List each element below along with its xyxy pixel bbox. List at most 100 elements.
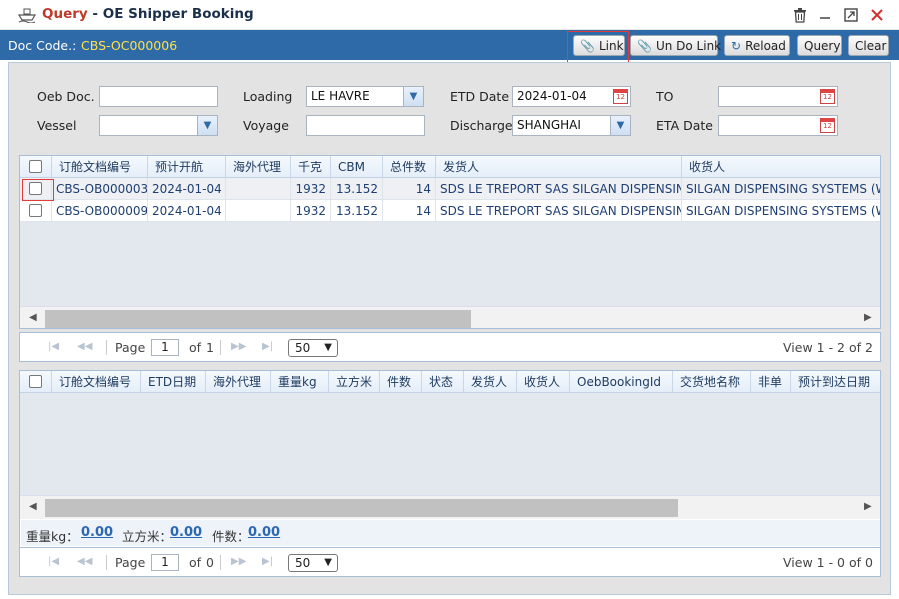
scroll-right-icon[interactable]: ▶	[864, 312, 872, 323]
col-header[interactable]: CBM	[331, 156, 383, 178]
voyage-label: Voyage	[243, 118, 289, 133]
scroll-left-icon[interactable]: ◀	[29, 312, 37, 323]
booking-grid-header: 订舱文档编号 预计开航 海外代理 千克 CBM 总件数 发货人 收货人	[20, 156, 880, 178]
reload-button-label: Reload	[745, 38, 786, 53]
col-header[interactable]: 订舱文档编号	[52, 156, 148, 178]
scroll-right-icon[interactable]: ▶	[864, 501, 872, 512]
pieces-total-value[interactable]: 0.00	[248, 525, 280, 540]
loading-label: Loading	[243, 89, 293, 104]
col-header[interactable]: OebBookingId	[570, 371, 673, 393]
col-header[interactable]: 收货人	[682, 156, 880, 178]
col-header[interactable]: 状态	[422, 371, 464, 393]
view-range-text: View 1 - 0 of 0	[783, 555, 873, 570]
cell-booking-no: CBS-OB000009	[52, 200, 148, 222]
linked-grid-header: 订舱文档编号 ETD日期 海外代理 重量kg 立方米 件数 状态 发货人 收货人…	[20, 371, 880, 393]
clear-button[interactable]: Clear	[848, 35, 889, 56]
col-header[interactable]: 订舱文档编号	[52, 371, 141, 393]
reload-button[interactable]: ↻ Reload	[724, 35, 790, 56]
chevron-down-icon[interactable]: ▼	[403, 87, 423, 106]
chevron-down-icon[interactable]: ▼	[197, 116, 217, 135]
minimize-icon[interactable]	[816, 6, 834, 24]
pager-divider	[220, 340, 221, 355]
last-page-icon[interactable]: ▶|	[262, 341, 273, 352]
page-size-select[interactable]: 50 ▼	[288, 339, 338, 357]
of-label: of	[189, 555, 202, 570]
col-header[interactable]: 重量kg	[271, 371, 329, 393]
pager-divider	[106, 555, 107, 570]
col-header[interactable]: 收货人	[517, 371, 570, 393]
maximize-icon[interactable]	[842, 6, 860, 24]
col-header[interactable]: 预计开航	[148, 156, 226, 178]
query-button[interactable]: Query	[797, 35, 842, 56]
oeb-doc-input[interactable]	[99, 86, 218, 107]
select-all-checkbox[interactable]	[29, 375, 42, 388]
page-size-select[interactable]: 50 ▼	[288, 554, 338, 572]
etd-date-input[interactable]: 2024-01-04 12	[512, 86, 631, 107]
calendar-icon[interactable]: 12	[820, 89, 835, 104]
loading-select[interactable]: LE HAVRE ▼	[306, 86, 424, 107]
cbm-total-value[interactable]: 0.00	[170, 525, 202, 540]
prev-page-icon[interactable]: ◀◀	[77, 341, 92, 352]
linked-grid: 订舱文档编号 ETD日期 海外代理 重量kg 立方米 件数 状态 发货人 收货人…	[19, 370, 881, 548]
cell-pieces: 14	[383, 178, 436, 200]
etd-date-value: 2024-01-04	[517, 89, 587, 103]
cell-shipper: SDS LE TREPORT SAS SILGAN DISPENSING	[436, 178, 682, 200]
to-date-input[interactable]: 12	[718, 86, 838, 107]
page-input[interactable]: 1	[151, 554, 179, 571]
first-page-icon[interactable]: |◀	[48, 341, 59, 352]
title-separator: -	[87, 6, 103, 22]
undo-link-button[interactable]: 📎 Un Do Link	[630, 35, 721, 56]
page-input[interactable]: 1	[151, 339, 179, 356]
next-page-icon[interactable]: ▶▶	[231, 341, 246, 352]
chevron-down-icon: ▼	[324, 342, 332, 353]
scrollbar-thumb[interactable]	[45, 499, 678, 517]
page-count: 0	[206, 555, 214, 570]
col-header[interactable]: 发货人	[436, 156, 682, 178]
booking-grid: 订舱文档编号 预计开航 海外代理 千克 CBM 总件数 发货人 收货人 CBS-…	[19, 155, 881, 329]
col-header[interactable]: 发货人	[464, 371, 517, 393]
voyage-input[interactable]	[306, 115, 425, 136]
col-header[interactable]: 预计到达日期	[791, 371, 880, 393]
next-page-icon[interactable]: ▶▶	[231, 556, 246, 567]
discharge-select[interactable]: SHANGHAI ▼	[512, 115, 631, 136]
loading-select-value: LE HAVRE	[311, 89, 370, 103]
title-main: OE Shipper Booking	[102, 6, 254, 22]
cell-shipper: SDS LE TREPORT SAS SILGAN DISPENSING	[436, 200, 682, 222]
col-header[interactable]: 总件数	[383, 156, 436, 178]
select-all-checkbox[interactable]	[29, 160, 42, 173]
calendar-icon[interactable]: 12	[613, 89, 628, 104]
table-row[interactable]: CBS-OB000003 2024-01-04 1932 13.152 14 S…	[20, 178, 880, 200]
cell-pieces: 14	[383, 200, 436, 222]
col-header[interactable]: 海外代理	[206, 371, 271, 393]
scroll-left-icon[interactable]: ◀	[29, 501, 37, 512]
row-checkbox[interactable]	[29, 204, 42, 217]
col-header[interactable]: 千克	[291, 156, 331, 178]
cell-agent	[226, 178, 291, 200]
scrollbar-thumb[interactable]	[45, 310, 471, 328]
eta-date-input[interactable]: 12	[718, 115, 838, 136]
close-icon[interactable]	[868, 6, 886, 24]
table-row[interactable]: CBS-OB000009 2024-01-04 1932 13.152 14 S…	[20, 200, 880, 222]
trash-icon[interactable]	[791, 6, 809, 24]
col-header[interactable]: 海外代理	[226, 156, 291, 178]
chevron-down-icon[interactable]: ▼	[610, 116, 630, 135]
page-count: 1	[206, 340, 214, 355]
last-page-icon[interactable]: ▶|	[262, 556, 273, 567]
horizontal-scrollbar[interactable]: ◀ ▶	[20, 306, 880, 328]
col-header[interactable]: 件数	[380, 371, 422, 393]
col-header[interactable]: 交货地名称	[673, 371, 751, 393]
discharge-select-value: SHANGHAI	[517, 118, 581, 132]
col-header[interactable]: 立方米	[329, 371, 380, 393]
prev-page-icon[interactable]: ◀◀	[77, 556, 92, 567]
col-header[interactable]: 非单	[751, 371, 791, 393]
paperclip-icon: 📎	[637, 38, 652, 53]
first-page-icon[interactable]: |◀	[48, 556, 59, 567]
cell-cbm: 13.152	[331, 178, 383, 200]
view-range-text: View 1 - 2 of 2	[783, 340, 873, 355]
col-header[interactable]: ETD日期	[141, 371, 206, 393]
vessel-select[interactable]: ▼	[99, 115, 218, 136]
calendar-icon[interactable]: 12	[820, 118, 835, 133]
horizontal-scrollbar[interactable]: ◀ ▶	[20, 495, 880, 519]
weight-total-value[interactable]: 0.00	[81, 525, 113, 540]
etd-date-label: ETD Date	[450, 89, 510, 104]
